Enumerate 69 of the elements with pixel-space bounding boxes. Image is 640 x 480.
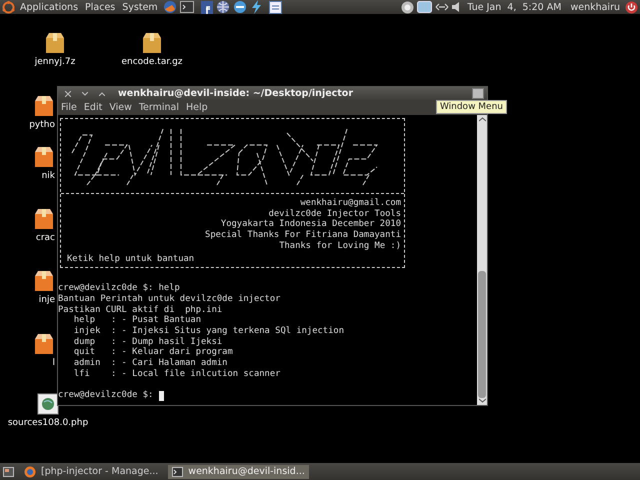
banner-text: Thanks for Loving Me :) xyxy=(279,240,401,252)
archive-icon[interactable] xyxy=(33,270,55,292)
menu-item[interactable]: Terminal xyxy=(138,102,180,113)
text-cursor xyxy=(159,390,164,401)
output-line: dump : - Dump hasil Ijeksi xyxy=(72,336,224,347)
globe-icon[interactable] xyxy=(216,0,230,14)
file-name[interactable]: l xyxy=(52,358,55,368)
user-name[interactable]: wenkhairu xyxy=(570,2,620,12)
terminal-icon xyxy=(172,466,184,476)
banner-hint: Ketik help untuk bantuan xyxy=(67,254,196,264)
banner-text: Yogyakarta Indonesia December 2010 xyxy=(220,219,401,230)
prompt-line[interactable]: crew@devilzc0de $: xyxy=(58,390,154,401)
browser-icon[interactable] xyxy=(162,0,177,14)
file-name[interactable]: inje xyxy=(38,295,55,305)
web-file-icon[interactable] xyxy=(37,393,59,415)
menu-item[interactable]: File xyxy=(61,102,77,113)
panel-menu[interactable]: System xyxy=(120,2,160,12)
lightning-icon[interactable] xyxy=(250,0,262,14)
banner-text: devilzc0de Injector Tools xyxy=(268,208,401,219)
chevron-up-icon[interactable] xyxy=(478,117,486,122)
menu-item[interactable]: Edit xyxy=(84,102,102,113)
archive-icon[interactable] xyxy=(33,146,55,168)
banner-text: Special Thanks For Fitriana Damayanti xyxy=(205,230,401,241)
volume-icon[interactable] xyxy=(452,2,460,12)
file-name[interactable]: crac xyxy=(36,233,55,243)
menu-item[interactable]: Help xyxy=(186,102,208,113)
close-icon xyxy=(64,90,70,96)
status-icon[interactable] xyxy=(401,0,414,14)
show-desktop-icon[interactable] xyxy=(3,466,14,476)
tooltip: Window Menu xyxy=(436,100,507,114)
file-name[interactable]: encode.tar.gz xyxy=(121,57,183,67)
archive-icon[interactable] xyxy=(33,95,55,117)
file-name[interactable]: jennyj.7z xyxy=(34,57,76,67)
terminal-icon[interactable] xyxy=(180,1,194,13)
chevron-down-icon[interactable] xyxy=(478,398,486,403)
archive-icon[interactable] xyxy=(33,333,55,355)
archive-icon[interactable] xyxy=(33,208,55,230)
output-line: injek : - Injeksi Situs yang terkena SQl injection xyxy=(72,326,345,337)
chevron-up-icon xyxy=(98,92,104,96)
output-line: admin : - Cari Halaman admin xyxy=(72,358,228,369)
taskbar-item[interactable]: [php-injector - Manage... xyxy=(20,464,162,478)
clock[interactable]: Tue Jan 4, 5:20 AM xyxy=(467,2,562,12)
banner-text: wenkhairu@gmail.com xyxy=(300,198,401,209)
output-line: help : - Pusat Bantuan xyxy=(72,315,202,326)
archive-icon[interactable] xyxy=(44,32,66,54)
output-line: Pastikan CURL aktif di php.ini xyxy=(58,304,224,315)
archive-icon[interactable] xyxy=(141,32,163,54)
globe-icon[interactable] xyxy=(232,0,247,14)
social-icon[interactable] xyxy=(200,0,213,14)
power-icon[interactable] xyxy=(625,0,638,14)
chevron-down-icon xyxy=(82,92,88,96)
panel-menu[interactable]: Applications xyxy=(18,2,80,12)
output-line: quit : - Keluar dari program xyxy=(72,347,234,358)
command-line: crew@devilzc0de $: help xyxy=(58,283,181,294)
file-name[interactable]: sources108.0.php xyxy=(8,418,88,428)
panel-menu[interactable]: Places xyxy=(83,2,118,12)
ubuntu-logo-icon[interactable] xyxy=(2,0,15,14)
scrollbar-thumb[interactable] xyxy=(478,271,486,398)
output-line: lfi : - Local file inlcution scanner xyxy=(72,368,282,380)
file-name[interactable]: nik xyxy=(42,171,55,181)
taskbar-item[interactable]: wenkhairu@devil-insid... xyxy=(168,464,309,478)
network-icon[interactable] xyxy=(435,3,450,11)
browser-icon xyxy=(24,466,36,478)
window-title: wenkhairu@devil-inside: ~/Desktop/injector xyxy=(118,88,354,99)
menu-item[interactable]: View xyxy=(109,102,132,113)
file-name[interactable]: pytho xyxy=(29,120,55,130)
output-line: Bantuan Perintah untuk devilzc0de injector xyxy=(58,294,282,305)
scrollbar[interactable] xyxy=(477,115,487,405)
note-icon[interactable] xyxy=(268,0,282,14)
